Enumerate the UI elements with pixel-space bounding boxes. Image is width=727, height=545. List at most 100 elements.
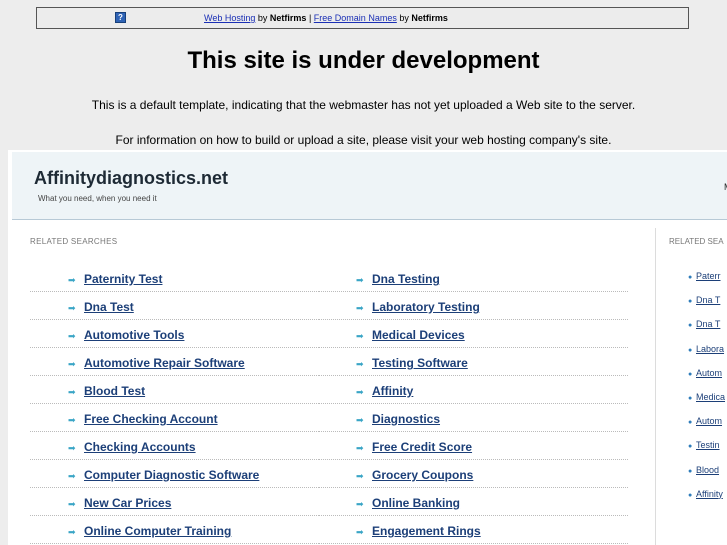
related-search-link[interactable]: Paterr — [696, 271, 721, 281]
banner-separator: | — [308, 13, 312, 23]
arrow-right-icon: ➡ — [356, 471, 364, 481]
arrow-right-icon: ➡ — [356, 275, 364, 285]
related-search-link[interactable]: Free Checking Account — [84, 412, 218, 426]
bullet-icon: ● — [688, 467, 693, 475]
related-search-link[interactable]: Autom — [696, 368, 722, 378]
bullet-icon: ● — [688, 419, 693, 427]
related-searches-label: RELATED SEARCHES — [30, 237, 118, 246]
related-search-link[interactable]: Medica — [696, 392, 725, 402]
arrow-right-icon: ➡ — [356, 303, 364, 313]
banner-by-text-2: by — [399, 13, 409, 23]
list-item: ➡ Testing Software — [318, 348, 628, 376]
arrow-right-icon: ➡ — [68, 331, 76, 341]
list-item: ● Dna T — [688, 295, 725, 319]
list-item: ➡ Engagement Rings — [318, 516, 628, 544]
site-tagline: What you need, when you need it — [38, 194, 157, 203]
list-item: ➡ Online Computer Training — [30, 516, 319, 544]
related-search-link[interactable]: Testing Software — [372, 356, 468, 370]
related-search-link[interactable]: Diagnostics — [372, 412, 440, 426]
arrow-right-icon: ➡ — [68, 359, 76, 369]
related-search-link[interactable]: Online Banking — [372, 496, 460, 510]
related-search-link[interactable]: Computer Diagnostic Software — [84, 468, 259, 482]
bullet-icon: ● — [688, 346, 693, 354]
related-search-link[interactable]: Blood — [696, 465, 719, 475]
arrow-right-icon: ➡ — [68, 275, 76, 285]
list-item: ● Labora — [688, 344, 725, 368]
list-item: ● Autom — [688, 368, 725, 392]
arrow-right-icon: ➡ — [68, 471, 76, 481]
arrow-right-icon: ➡ — [356, 387, 364, 397]
related-search-link[interactable]: Engagement Rings — [372, 524, 481, 538]
parked-domain-panel: Affinitydiagnostics.net What you need, w… — [8, 150, 727, 545]
column-divider — [655, 228, 656, 545]
related-search-link[interactable]: Medical Devices — [372, 328, 465, 342]
arrow-right-icon: ➡ — [68, 499, 76, 509]
list-item: ➡ Free Credit Score — [318, 432, 628, 460]
related-search-link[interactable]: Free Credit Score — [372, 440, 472, 454]
page-title: This site is under development — [187, 47, 540, 74]
hosting-banner: ? Web Hosting by Netfirms | Free Domain … — [36, 7, 689, 29]
site-name[interactable]: Affinitydiagnostics.net — [34, 168, 228, 189]
related-search-link[interactable]: Paternity Test — [84, 272, 162, 286]
list-item: ➡ Blood Test — [30, 376, 319, 404]
list-item: ➡ Online Banking — [318, 488, 628, 516]
list-item: ➡ Grocery Coupons — [318, 460, 628, 488]
banner-brand-2: Netfirms — [411, 13, 448, 23]
bullet-icon: ● — [688, 394, 693, 402]
related-search-link[interactable]: Labora — [696, 344, 724, 354]
related-search-link[interactable]: Autom — [696, 416, 722, 426]
arrow-right-icon: ➡ — [68, 303, 76, 313]
related-search-link[interactable]: New Car Prices — [84, 496, 171, 510]
arrow-right-icon: ➡ — [356, 331, 364, 341]
arrow-right-icon: ➡ — [356, 443, 364, 453]
arrow-right-icon: ➡ — [356, 359, 364, 369]
arrow-right-icon: ➡ — [356, 527, 364, 537]
list-item: ➡ Paternity Test — [30, 264, 319, 292]
arrow-right-icon: ➡ — [68, 527, 76, 537]
list-item: ➡ Diagnostics — [318, 404, 628, 432]
default-template-note: This is a default template, indicating t… — [91, 98, 636, 112]
list-item: ● Testin — [688, 440, 725, 464]
related-search-link[interactable]: Testin — [696, 440, 720, 450]
sidebar-related-label: RELATED SEA — [669, 237, 724, 246]
list-item: ➡ Dna Test — [30, 292, 319, 320]
related-search-link[interactable]: Laboratory Testing — [372, 300, 480, 314]
list-item: ➡ Free Checking Account — [30, 404, 319, 432]
bullet-icon: ● — [688, 274, 693, 281]
free-domain-link[interactable]: Free Domain Names — [314, 13, 397, 23]
list-item: ➡ Automotive Repair Software — [30, 348, 319, 376]
related-search-link[interactable]: Automotive Repair Software — [84, 356, 245, 370]
site-header: Affinitydiagnostics.net What you need, w… — [12, 152, 727, 220]
list-item: ● Dna T — [688, 319, 725, 343]
related-search-link[interactable]: Automotive Tools — [84, 328, 184, 342]
list-item: ● Paterr — [688, 271, 725, 295]
banner-links: Web Hosting by Netfirms | Free Domain Na… — [204, 8, 448, 28]
list-item: ➡ Laboratory Testing — [318, 292, 628, 320]
related-search-link[interactable]: Online Computer Training — [84, 524, 231, 538]
web-hosting-link[interactable]: Web Hosting — [204, 13, 255, 23]
arrow-right-icon: ➡ — [356, 415, 364, 425]
bullet-icon: ● — [688, 443, 693, 451]
related-search-link[interactable]: Dna Testing — [372, 272, 440, 286]
list-item: ● Autom — [688, 416, 725, 440]
arrow-right-icon: ➡ — [356, 499, 364, 509]
related-list-left: ➡ Paternity Test ➡ Dna Test ➡ Automotive Tool… — [30, 264, 319, 544]
sidebar-related-list: ● Paterr ● Dna T ● Dna T ● Labora ● Autom ● Medica ●… — [688, 271, 725, 513]
list-item: ● Affinity — [688, 489, 725, 513]
related-search-link[interactable]: Dna T — [696, 319, 720, 329]
banner-brand: Netfirms — [269, 13, 307, 23]
related-search-link[interactable]: Affinity — [372, 384, 413, 398]
arrow-right-icon: ➡ — [68, 443, 76, 453]
related-search-link[interactable]: Affinity — [696, 489, 723, 499]
bullet-icon: ● — [688, 322, 693, 330]
related-search-link[interactable]: Dna T — [696, 295, 720, 305]
hosting-info-note: For information on how to build or uploa… — [115, 133, 612, 147]
list-item: ● Blood — [688, 465, 725, 489]
related-search-link[interactable]: Checking Accounts — [84, 440, 196, 454]
related-search-link[interactable]: Grocery Coupons — [372, 468, 473, 482]
related-search-link[interactable]: Dna Test — [84, 300, 134, 314]
related-list-right: ➡ Dna Testing ➡ Laboratory Testing ➡ Medical … — [318, 264, 628, 544]
arrow-right-icon: ➡ — [68, 415, 76, 425]
help-icon[interactable]: ? — [115, 12, 126, 23]
related-search-link[interactable]: Blood Test — [84, 384, 145, 398]
